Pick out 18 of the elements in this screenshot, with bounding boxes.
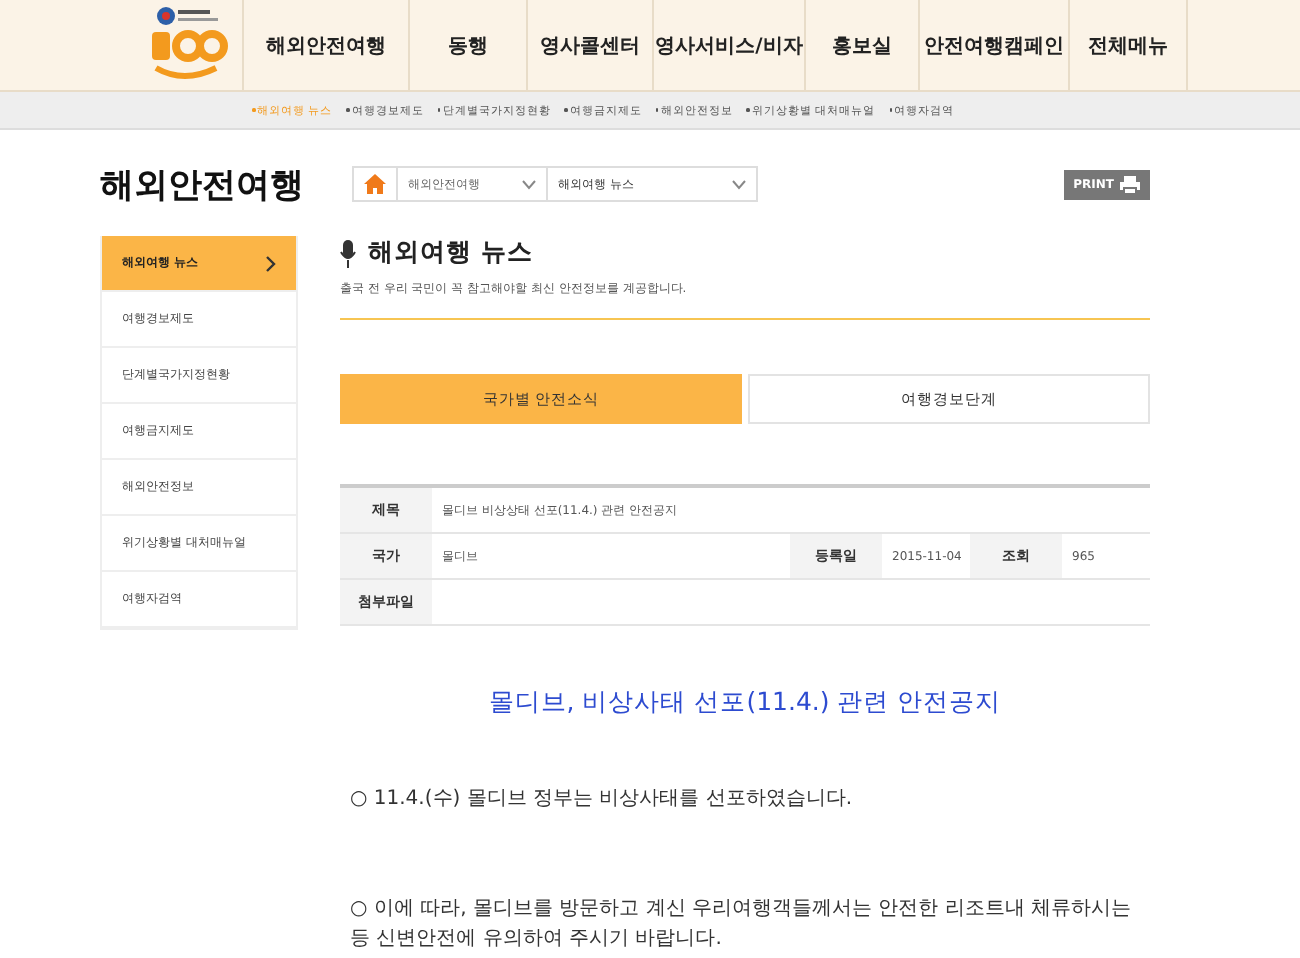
nav-item[interactable]: 영사서비스/비자 [654,0,806,90]
caret-down-icon [522,179,536,189]
nav-item[interactable]: 해외안전여행 [244,0,410,90]
nav-item[interactable]: 전체메뉴 [1070,0,1188,90]
article-paragraph: ○ 11.4.(수) 몰디브 정부는 비상사태를 선포하였습니다. [350,786,855,814]
nav-item[interactable]: 홍보실 [806,0,920,90]
caret-down-icon [732,179,746,189]
chevron-right-icon [266,255,276,271]
microphone-icon [340,239,356,267]
printer-icon [1120,175,1140,193]
article-heading: 몰디브, 비상사태 선포(11.4.) 관련 안전공지 [486,686,1004,720]
article-paragraph: ○ 이에 따라, 몰디브를 방문하고 계신 우리여행객들께서는 안전한 리조트내 체류하시는 등 신변안전에 유의하여 주시기 바랍니다. [350,896,1134,954]
nav-item[interactable]: 안전여행캠페인 [920,0,1070,90]
page-title: 해외여행 뉴스 [368,236,533,270]
nav-item[interactable]: 동행 [410,0,528,90]
home-icon [364,174,386,194]
section-title: 해외안전여행 [100,163,306,207]
nav-item[interactable]: 영사콜센터 [528,0,654,90]
